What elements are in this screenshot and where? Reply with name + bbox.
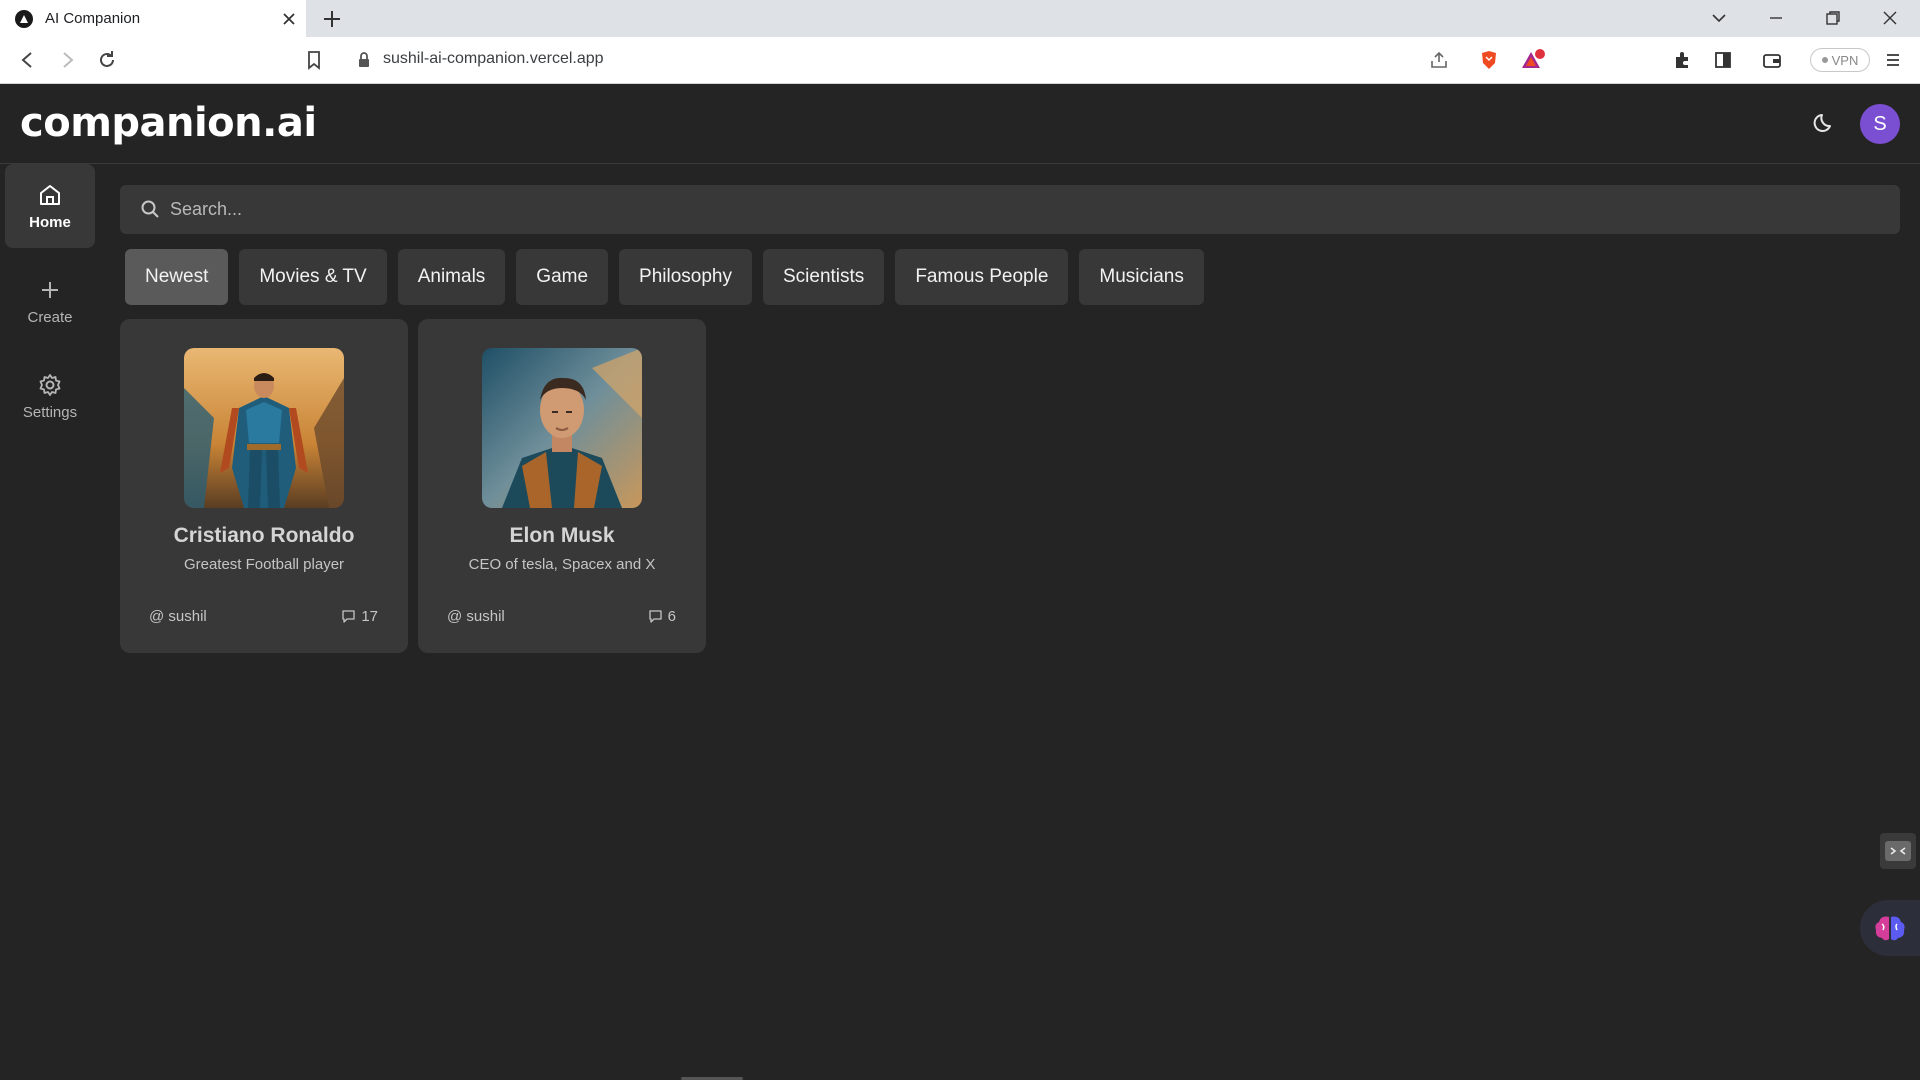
message-count-value: 6	[667, 608, 676, 625]
browser-toolbar: sushil-ai-companion.vercel.app VPN	[0, 37, 1920, 84]
companion-name: Elon Musk	[509, 524, 615, 547]
message-count: 6	[648, 608, 676, 625]
ai-assistant-button[interactable]	[1860, 900, 1920, 956]
restore-icon[interactable]	[1823, 8, 1843, 28]
search-bar	[120, 185, 1900, 234]
sidebar-item-label: Home	[29, 213, 71, 231]
sidebar-item-label: Settings	[22, 403, 78, 421]
companion-card[interactable]: Cristiano Ronaldo Greatest Football play…	[120, 319, 408, 653]
lock-icon	[353, 49, 375, 71]
brain-icon	[1875, 916, 1905, 941]
category-chip-newest[interactable]: Newest	[125, 249, 229, 305]
sidebar-item-home[interactable]: Home	[5, 164, 95, 248]
new-tab-icon[interactable]	[321, 8, 343, 30]
tab-close-icon[interactable]	[280, 10, 298, 28]
sidebar-item-settings[interactable]: Settings	[5, 354, 95, 438]
triangle-favicon-icon	[15, 10, 33, 28]
tab-search-chevron-icon[interactable]	[1709, 8, 1729, 28]
user-avatar[interactable]: S	[1860, 104, 1900, 144]
app-logo[interactable]: companion.ai	[20, 100, 317, 146]
companion-grid: Cristiano Ronaldo Greatest Football play…	[120, 319, 706, 653]
companion-description: Greatest Football player	[183, 556, 345, 573]
search-input[interactable]	[170, 185, 1870, 234]
wallet-icon[interactable]	[1761, 49, 1783, 71]
category-chip-famous-people[interactable]: Famous People	[895, 249, 1069, 305]
companion-author: @ sushil	[447, 608, 505, 625]
extension-widget-button[interactable]	[1880, 833, 1916, 869]
moon-icon[interactable]	[1812, 110, 1838, 136]
category-chip-musicians[interactable]: Musicians	[1079, 249, 1204, 305]
category-chip-philosophy[interactable]: Philosophy	[619, 249, 752, 305]
sidebar-panel-icon[interactable]	[1712, 49, 1734, 71]
extensions-icon[interactable]	[1671, 49, 1693, 71]
plus-icon	[42, 281, 58, 298]
terminal-icon	[1885, 841, 1911, 861]
url-text[interactable]: sushil-ai-companion.vercel.app	[383, 50, 604, 68]
forward-icon[interactable]	[56, 49, 78, 71]
message-icon	[342, 610, 355, 623]
companion-image	[482, 348, 642, 508]
companion-name: Cristiano Ronaldo	[173, 524, 355, 547]
app-root: companion.ai S Home Create Settings Newe…	[0, 84, 1920, 1080]
category-chip-game[interactable]: Game	[516, 249, 609, 305]
brave-rewards-icon[interactable]	[1520, 49, 1545, 71]
browser-tabstrip: AI Companion	[0, 0, 1920, 37]
companion-description: CEO of tesla, Spacex and X	[468, 556, 656, 573]
category-chip-movies-tv[interactable]: Movies & TV	[239, 249, 387, 305]
companion-image	[184, 348, 344, 508]
tab-title: AI Companion	[45, 10, 141, 27]
companion-card[interactable]: Elon Musk CEO of tesla, Spacex and X @ s…	[418, 319, 706, 653]
browser-tab[interactable]: AI Companion	[0, 0, 306, 37]
vpn-button[interactable]: VPN	[1810, 48, 1870, 72]
share-icon[interactable]	[1428, 49, 1450, 71]
gear-icon	[39, 373, 61, 396]
sidebar-item-label: Create	[27, 308, 73, 326]
category-chip-scientists[interactable]: Scientists	[763, 249, 885, 305]
vpn-status-dot	[1821, 57, 1828, 63]
back-icon[interactable]	[17, 49, 39, 71]
companion-author: @ sushil	[149, 608, 207, 625]
vpn-label: VPN	[1831, 52, 1859, 68]
brave-shield-icon[interactable]	[1478, 49, 1500, 71]
bookmark-icon[interactable]	[303, 49, 325, 71]
sidebar-item-create[interactable]: Create	[5, 259, 95, 343]
category-list: Newest Movies & TV Animals Game Philosop…	[125, 249, 1204, 305]
minimize-icon[interactable]	[1766, 8, 1786, 28]
menu-icon[interactable]	[1882, 49, 1904, 71]
app-header: companion.ai S	[0, 84, 1920, 164]
search-icon	[141, 200, 159, 218]
message-count-value: 17	[361, 608, 378, 625]
message-icon	[649, 610, 662, 623]
home-icon	[40, 184, 60, 205]
close-window-icon[interactable]	[1880, 8, 1900, 28]
category-chip-animals[interactable]: Animals	[397, 249, 506, 305]
message-count: 17	[341, 608, 378, 625]
reload-icon[interactable]	[96, 49, 118, 71]
